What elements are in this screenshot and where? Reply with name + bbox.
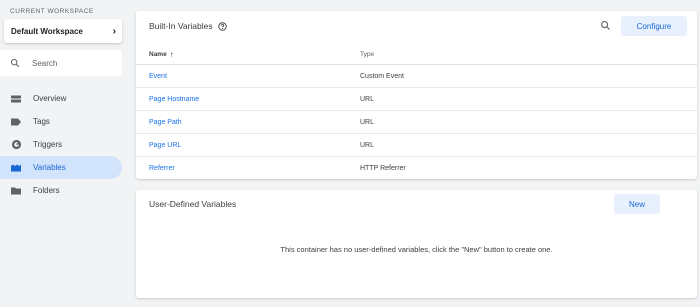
sidebar-item-label: Triggers xyxy=(33,140,63,149)
chevron-right-icon: › xyxy=(112,25,116,37)
column-header-name[interactable]: Name ↑ xyxy=(149,50,174,59)
empty-state-message: This container has no user-defined varia… xyxy=(280,245,553,254)
sidebar-item-label: Overview xyxy=(33,94,67,103)
table-row: Page Hostname URL xyxy=(136,88,697,111)
folder-icon xyxy=(9,185,23,197)
builtin-variables-card: Built-In Variables Configure Name ↑ Type… xyxy=(136,11,697,179)
sidebar-search[interactable]: Search xyxy=(0,50,122,76)
configure-button[interactable]: Configure xyxy=(621,16,687,36)
search-placeholder: Search xyxy=(32,58,58,68)
sidebar-item-folders[interactable]: Folders xyxy=(0,179,122,202)
overview-icon xyxy=(9,93,23,105)
sidebar-item-label: Variables xyxy=(33,163,66,172)
variables-icon xyxy=(9,162,23,174)
builtin-title: Built-In Variables xyxy=(149,21,213,31)
table-row: Event Custom Event xyxy=(136,65,697,88)
variable-type: URL xyxy=(360,142,375,149)
sidebar-item-overview[interactable]: Overview xyxy=(0,87,122,110)
variable-type: Custom Event xyxy=(360,73,404,80)
user-defined-variables-card: User-Defined Variables New This containe… xyxy=(136,190,697,298)
workspace-caption: CURRENT WORKSPACE xyxy=(10,8,94,15)
variable-type: URL xyxy=(360,119,375,126)
search-icon xyxy=(10,58,20,68)
user-defined-title: User-Defined Variables xyxy=(149,199,237,209)
sort-arrow-up-icon: ↑ xyxy=(169,50,174,59)
variable-name-link[interactable]: Page Path xyxy=(149,119,182,126)
tag-icon xyxy=(9,116,23,128)
workspace-selector[interactable]: Default Workspace › xyxy=(4,19,122,43)
variable-type: URL xyxy=(360,96,375,103)
variable-name-link[interactable]: Referrer xyxy=(149,165,175,172)
table-header: Name ↑ Type xyxy=(136,43,697,65)
sidebar-item-tags[interactable]: Tags xyxy=(0,110,122,133)
variable-name-link[interactable]: Page URL xyxy=(149,142,181,149)
app-root: CURRENT WORKSPACE Default Workspace › Se… xyxy=(0,0,700,307)
help-icon[interactable] xyxy=(217,21,227,31)
column-name-label: Name xyxy=(149,51,167,58)
trigger-icon xyxy=(9,139,23,151)
sidebar-item-triggers[interactable]: Triggers xyxy=(0,133,122,156)
variable-name-link[interactable]: Page Hostname xyxy=(149,96,199,103)
sidebar: CURRENT WORKSPACE Default Workspace › Se… xyxy=(0,0,128,307)
builtin-title-wrap: Built-In Variables xyxy=(149,21,227,31)
table-row: Referrer HTTP Referrer xyxy=(136,157,697,180)
sidebar-item-label: Folders xyxy=(33,186,60,195)
table-row: Page Path URL xyxy=(136,111,697,134)
new-variable-button[interactable]: New xyxy=(614,194,660,214)
workspace-name: Default Workspace xyxy=(11,26,83,36)
table-row: Page URL URL xyxy=(136,134,697,157)
sidebar-item-label: Tags xyxy=(33,117,50,126)
variable-name-link[interactable]: Event xyxy=(149,73,167,80)
sidebar-item-variables[interactable]: Variables xyxy=(0,156,122,179)
column-header-type: Type xyxy=(360,51,375,58)
variable-type: HTTP Referrer xyxy=(360,165,406,172)
search-icon[interactable] xyxy=(600,20,611,31)
